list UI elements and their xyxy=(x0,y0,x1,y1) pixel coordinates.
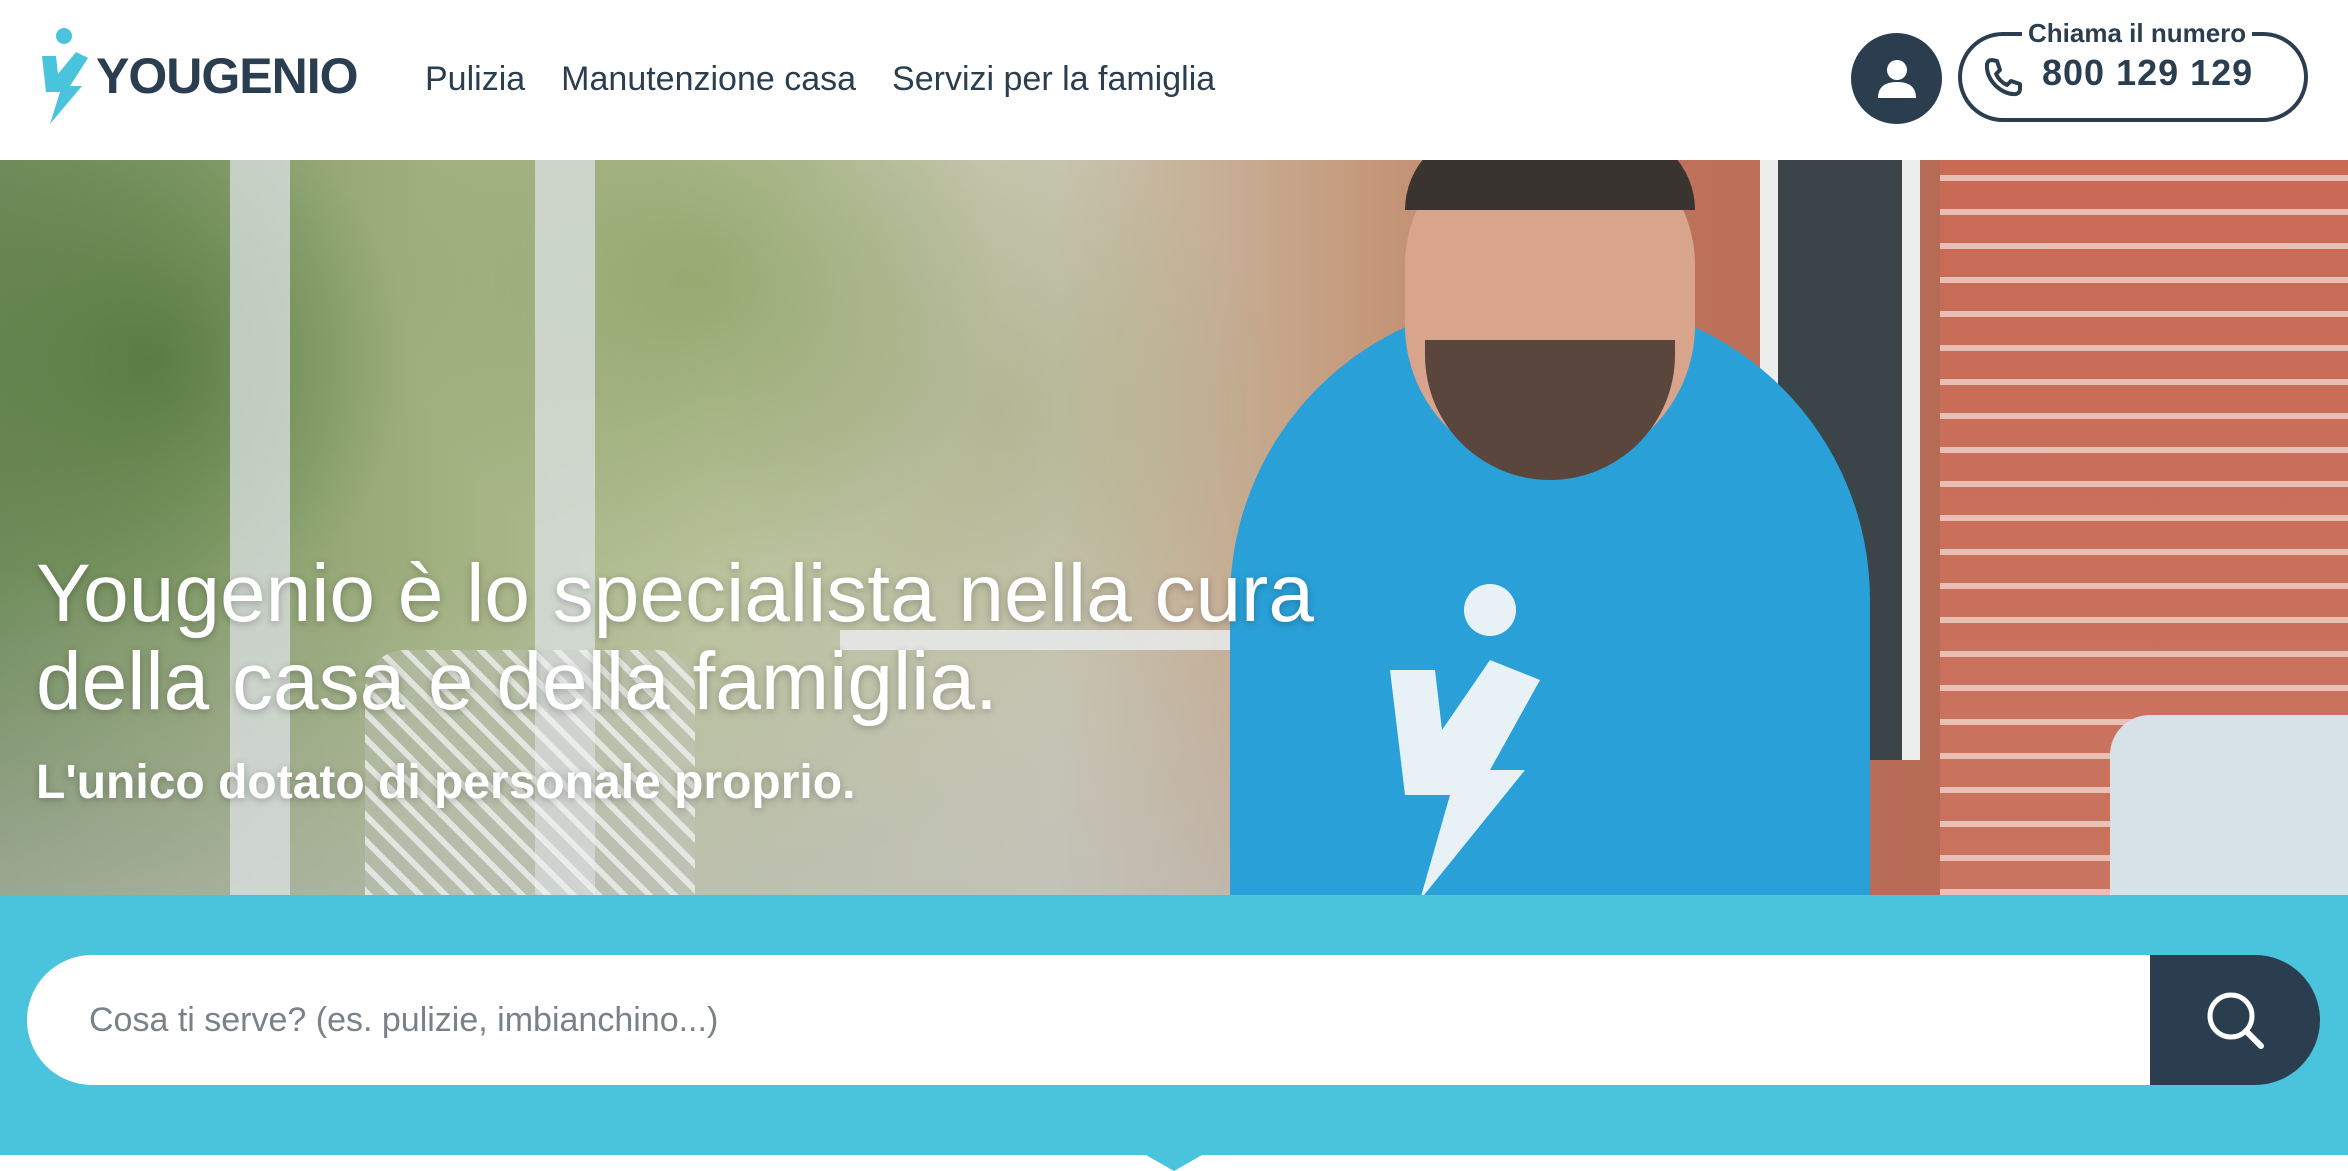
phone-icon xyxy=(1984,58,2022,97)
nav-item-manutenzione-casa[interactable]: Manutenzione casa xyxy=(561,52,856,106)
nav-item-pulizia[interactable]: Pulizia xyxy=(425,52,525,106)
user-icon xyxy=(1877,59,1916,98)
section-pointer xyxy=(1146,1155,1202,1171)
call-number-box[interactable]: Chiama il numero 800 129 129 xyxy=(1958,18,2308,122)
search-section xyxy=(0,895,2348,1155)
call-caption: Chiama il numero xyxy=(2022,18,2253,49)
hero-banner: Yougenio è lo specialista nella cura del… xyxy=(0,160,2348,895)
hero-cushion xyxy=(2110,715,2348,895)
phone-number: 800 129 129 xyxy=(2042,52,2254,93)
account-button[interactable] xyxy=(1851,33,1942,124)
site-header: YOUGENIO Pulizia Manutenzione casa Servi… xyxy=(0,0,2348,160)
logo-mark-icon xyxy=(42,28,88,124)
search-input[interactable] xyxy=(27,955,2152,1085)
search-icon xyxy=(2207,992,2264,1049)
main-nav: Pulizia Manutenzione casa Servizi per la… xyxy=(425,52,1215,106)
hoodie-logo-icon xyxy=(1390,584,1540,895)
search-button[interactable] xyxy=(2150,955,2320,1085)
hero-person-hair xyxy=(1405,160,1695,210)
hero-title: Yougenio è lo specialista nella cura del… xyxy=(36,548,1314,727)
logo-text: YOUGENIO xyxy=(96,48,358,104)
logo[interactable]: YOUGENIO xyxy=(36,26,358,126)
nav-item-servizi-famiglia[interactable]: Servizi per la famiglia xyxy=(892,52,1215,106)
hero-subtitle: L'unico dotato di personale proprio. xyxy=(36,756,856,809)
